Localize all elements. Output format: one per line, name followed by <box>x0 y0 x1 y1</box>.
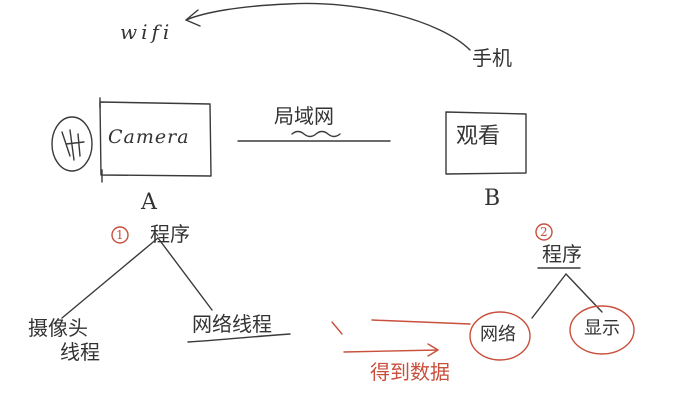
step-2-label: 2 <box>540 225 548 239</box>
program-a-label: 程序 <box>150 222 190 246</box>
lan-wave <box>291 130 341 138</box>
step-1-label: 1 <box>116 228 124 242</box>
watch-label: 观看 <box>456 124 501 149</box>
phone-to-wifi-arrow <box>185 2 471 51</box>
phone-label: 手机 <box>472 46 512 70</box>
capture-thread-line2: 线程 <box>60 340 100 364</box>
get-data-label: 得到数据 <box>370 360 450 384</box>
node-a-label: A <box>141 190 157 215</box>
tree-a-right-branch <box>157 237 213 311</box>
lan-label: 局域网 <box>274 104 334 128</box>
display-b-label: 显示 <box>584 318 620 339</box>
red-arrow-lower <box>343 349 439 353</box>
camera-label: Camera <box>108 126 190 148</box>
program-b-label: 程序 <box>542 242 582 266</box>
node-b-label: B <box>484 186 501 211</box>
network-b-label: 网络 <box>480 324 516 345</box>
camera-side-scribble <box>61 129 85 161</box>
network-thread-label: 网络线程 <box>192 312 272 336</box>
capture-thread-line1: 摄像头 <box>28 316 88 340</box>
red-arrow-upper <box>371 319 471 325</box>
tree-b-left-branch <box>531 273 567 319</box>
red-tick-mark <box>331 321 343 335</box>
whiteboard-canvas <box>51 2 635 361</box>
tree-a-left-branch <box>61 237 159 319</box>
wifi-label: wifi <box>120 20 174 44</box>
